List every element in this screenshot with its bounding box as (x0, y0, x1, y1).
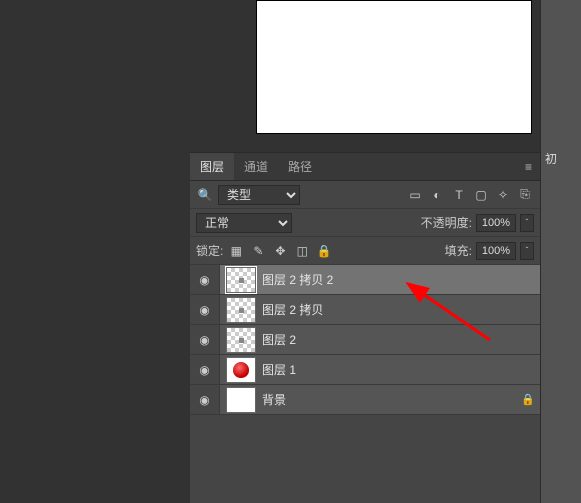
lock-all-icon[interactable]: 🔒 (315, 242, 333, 260)
right-strip-text: 初 (545, 152, 557, 166)
layer-row[interactable]: ◉ 图层 2 拷贝 (190, 295, 540, 325)
visibility-eye-icon[interactable]: ◉ (190, 265, 220, 294)
lock-label: 锁定: (196, 242, 223, 259)
opacity-chevron-icon[interactable]: ˇ (520, 214, 534, 232)
filter-artboard-icon[interactable]: ⎘ (516, 186, 534, 204)
right-sidebar: 初 (540, 0, 581, 503)
visibility-eye-icon[interactable]: ◉ (190, 385, 220, 414)
tab-paths[interactable]: 路径 (278, 153, 322, 180)
lock-crop-icon[interactable]: ◫ (293, 242, 311, 260)
search-icon: 🔍 (196, 186, 214, 204)
panel-menu-icon[interactable]: ≡ (525, 160, 532, 174)
layer-name-label[interactable]: 背景 (262, 391, 286, 408)
layers-panel: 图层 通道 路径 ≡ 🔍 类型 ▭ ◐ T ▢ ✧ ⎘ 正常 不透明度: 100… (190, 152, 540, 503)
layer-name-label[interactable]: 图层 2 拷贝 (262, 301, 323, 318)
opacity-value[interactable]: 100% (476, 214, 516, 232)
layer-name-label[interactable]: 图层 2 (262, 331, 296, 348)
filter-adjust-icon[interactable]: ◐ (428, 186, 446, 204)
visibility-eye-icon[interactable]: ◉ (190, 325, 220, 354)
blend-row: 正常 不透明度: 100% ˇ (190, 209, 540, 237)
filter-smart-icon[interactable]: ✧ (494, 186, 512, 204)
blend-mode-select[interactable]: 正常 (196, 213, 292, 233)
center-column: 图层 通道 路径 ≡ 🔍 类型 ▭ ◐ T ▢ ✧ ⎘ 正常 不透明度: 100… (190, 0, 540, 503)
filter-image-icon[interactable]: ▭ (406, 186, 424, 204)
layer-thumbnail[interactable] (226, 387, 256, 413)
filter-row: 🔍 类型 ▭ ◐ T ▢ ✧ ⎘ (190, 181, 540, 209)
layer-thumbnail[interactable] (226, 327, 256, 353)
fill-label: 填充: (445, 242, 472, 259)
layer-row[interactable]: ◉ 背景 🔒 (190, 385, 540, 415)
layer-name-label[interactable]: 图层 1 (262, 361, 296, 378)
layer-thumbnail[interactable] (226, 297, 256, 323)
layer-thumbnail[interactable] (226, 357, 256, 383)
layer-thumbnail[interactable] (226, 267, 256, 293)
filter-shape-icon[interactable]: ▢ (472, 186, 490, 204)
tab-channels[interactable]: 通道 (234, 153, 278, 180)
panel-tabs: 图层 通道 路径 ≡ (190, 153, 540, 181)
lock-move-icon[interactable]: ✥ (271, 242, 289, 260)
visibility-eye-icon[interactable]: ◉ (190, 355, 220, 384)
layers-list: ◉ 图层 2 拷贝 2 ◉ 图层 2 拷贝 ◉ 图层 2 ◉ 图层 1 ◉ 背景 🔒 (190, 265, 540, 415)
visibility-eye-icon[interactable]: ◉ (190, 295, 220, 324)
lock-pixel-icon[interactable]: ▦ (227, 242, 245, 260)
canvas-area (190, 0, 540, 152)
lock-row: 锁定: ▦ ✎ ✥ ◫ 🔒 填充: 100% ˇ (190, 237, 540, 265)
fill-chevron-icon[interactable]: ˇ (520, 242, 534, 260)
opacity-label: 不透明度: (421, 214, 472, 231)
layer-lock-icon[interactable]: 🔒 (516, 393, 540, 406)
kind-filter-select[interactable]: 类型 (218, 185, 300, 205)
filter-text-icon[interactable]: T (450, 186, 468, 204)
lock-brush-icon[interactable]: ✎ (249, 242, 267, 260)
left-empty-area (0, 0, 190, 503)
layer-row[interactable]: ◉ 图层 1 (190, 355, 540, 385)
fill-value[interactable]: 100% (476, 242, 516, 260)
layer-row[interactable]: ◉ 图层 2 (190, 325, 540, 355)
tab-layers[interactable]: 图层 (190, 153, 234, 180)
layer-row[interactable]: ◉ 图层 2 拷贝 2 (190, 265, 540, 295)
document-canvas[interactable] (256, 0, 532, 134)
layer-name-label[interactable]: 图层 2 拷贝 2 (262, 271, 333, 288)
